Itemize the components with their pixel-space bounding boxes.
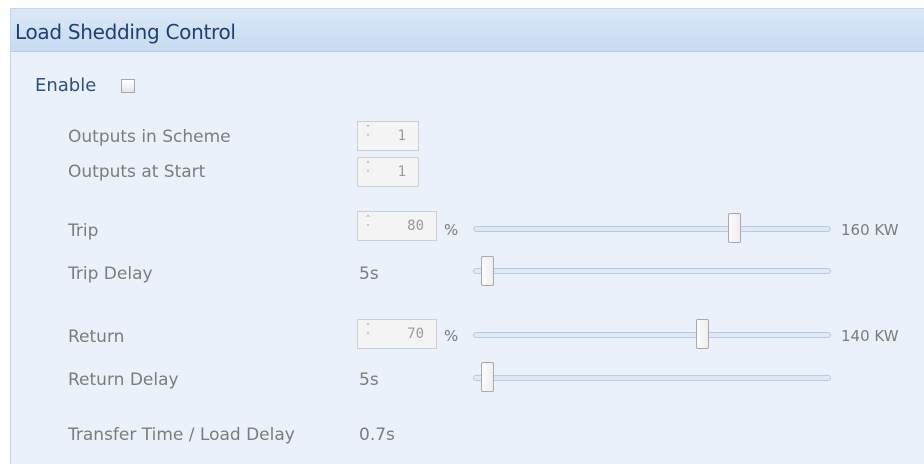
spinner-arrows-icon[interactable]: ˄ ˅ [364, 126, 372, 146]
return-kw-readout: 140 KW [841, 327, 899, 345]
trip-stepper[interactable]: ˄ ˅ 80 [357, 211, 437, 241]
return-stepper[interactable]: ˄ ˅ 70 [357, 319, 437, 349]
outputs-in-scheme-label: Outputs in Scheme [68, 127, 231, 147]
return-slider-thumb[interactable] [696, 319, 710, 349]
outputs-in-scheme-value: 1 [397, 128, 406, 144]
return-label: Return [68, 327, 125, 347]
enable-label: Enable [35, 75, 97, 96]
trip-delay-label: Trip Delay [68, 264, 153, 284]
outputs-at-start-stepper[interactable]: ˄ ˅ 1 [357, 157, 419, 187]
trip-delay-slider-thumb[interactable] [481, 256, 495, 286]
trip-percent-unit: % [444, 221, 459, 239]
return-delay-slider-track[interactable] [473, 375, 831, 381]
return-slider-track[interactable] [473, 332, 831, 338]
transfer-time-label: Transfer Time / Load Delay [68, 425, 295, 445]
trip-kw-readout: 160 KW [841, 221, 899, 239]
return-value: 70 [407, 326, 424, 342]
outputs-in-scheme-stepper[interactable]: ˄ ˅ 1 [357, 121, 419, 151]
trip-label: Trip [68, 221, 99, 241]
outputs-at-start-label: Outputs at Start [68, 162, 206, 182]
outputs-at-start-value: 1 [397, 164, 406, 180]
trip-slider-track[interactable] [473, 226, 831, 232]
trip-delay-value: 5s [359, 264, 379, 284]
trip-value: 80 [407, 218, 424, 234]
panel-title: Load Shedding Control [15, 20, 236, 44]
trip-slider-thumb[interactable] [728, 213, 742, 243]
spinner-arrows-icon[interactable]: ˄ ˅ [364, 216, 372, 236]
enable-checkbox[interactable] [121, 79, 135, 93]
return-percent-unit: % [444, 327, 459, 345]
transfer-time-value: 0.7s [359, 425, 395, 445]
spinner-arrows-icon[interactable]: ˄ ˅ [364, 162, 372, 182]
panel-header: Load Shedding Control [11, 9, 924, 52]
return-delay-slider-thumb[interactable] [481, 362, 495, 392]
load-shedding-panel: Load Shedding Control Enable Outputs in … [10, 8, 924, 464]
return-delay-label: Return Delay [68, 370, 179, 390]
spinner-arrows-icon[interactable]: ˄ ˅ [364, 324, 372, 344]
trip-delay-slider-track[interactable] [473, 268, 831, 274]
return-delay-value: 5s [359, 370, 379, 390]
